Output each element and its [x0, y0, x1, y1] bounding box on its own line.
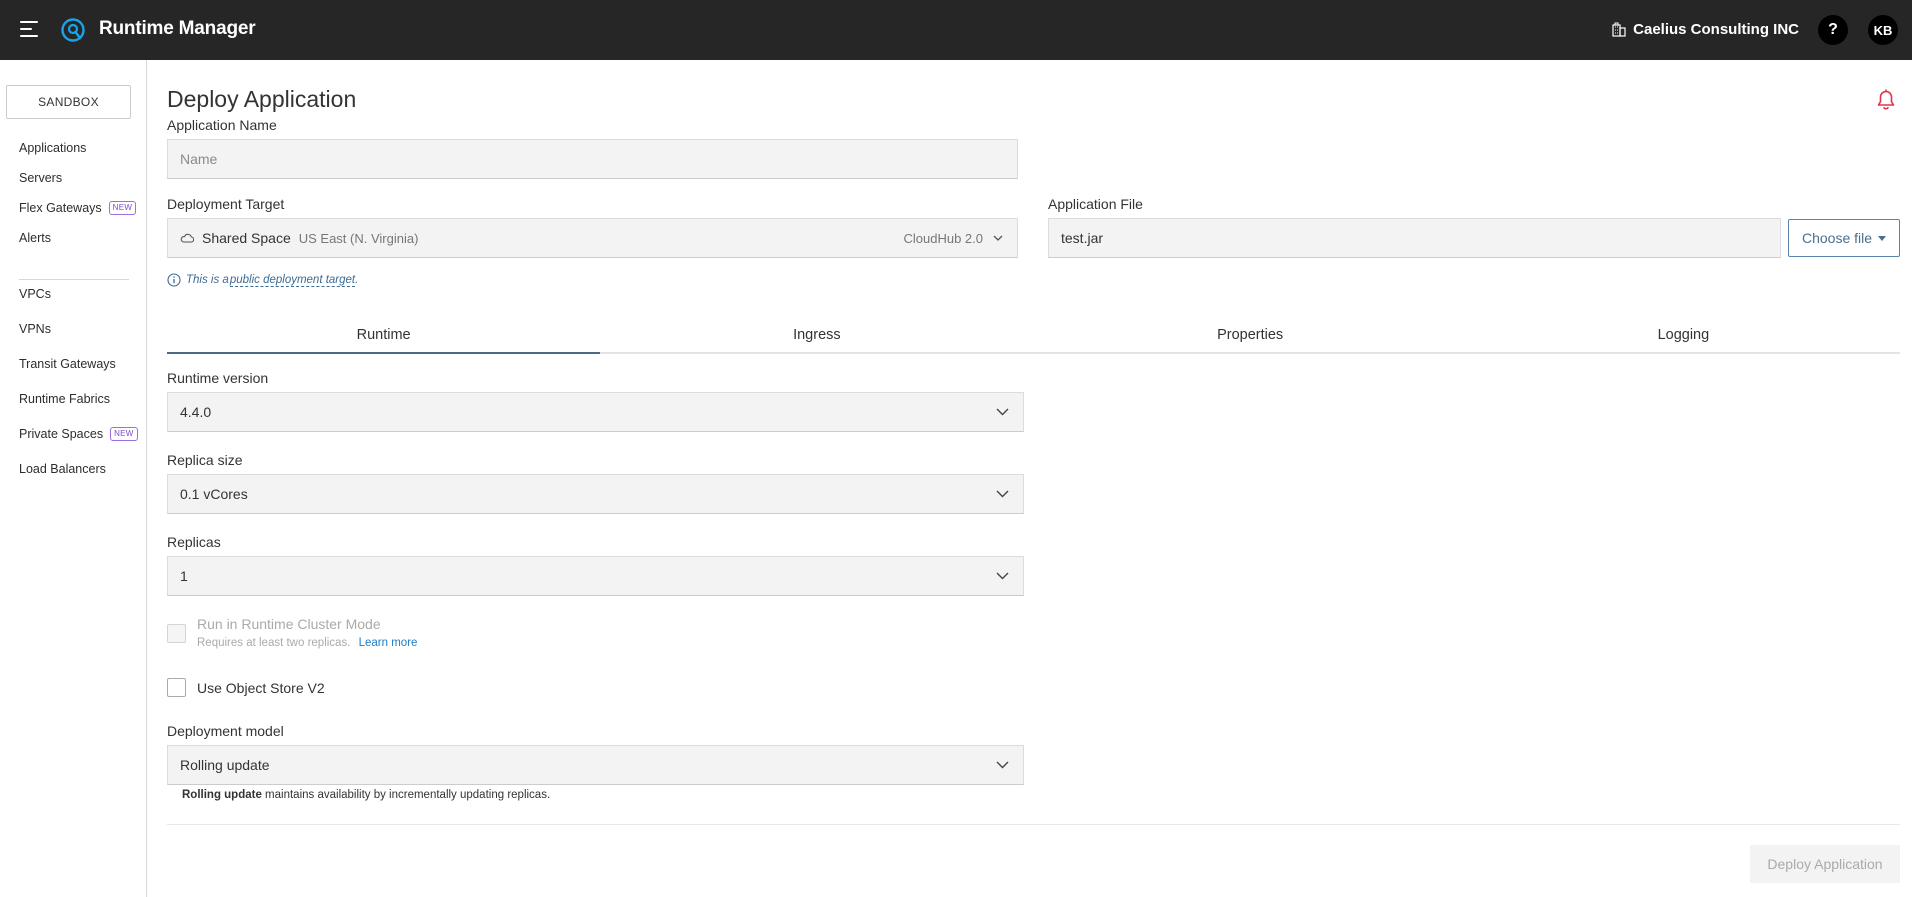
deployment-target-label: Deployment Target: [167, 196, 285, 212]
sidebar-item-label: VPNs: [19, 322, 51, 336]
replica-size-select[interactable]: 0.1 vCores: [167, 474, 1024, 514]
environment-selector[interactable]: SANDBOX: [6, 85, 131, 119]
deployment-target-select[interactable]: Shared Space US East (N. Virginia) Cloud…: [167, 218, 1018, 258]
sidebar-item-vpns[interactable]: VPNs: [19, 322, 51, 336]
deployment-model-select[interactable]: Rolling update: [167, 745, 1024, 785]
help-button[interactable]: ?: [1818, 15, 1848, 45]
org-name: Caelius Consulting INC: [1633, 21, 1799, 38]
sidebar: SANDBOX Applications Servers Flex Gatewa…: [0, 60, 147, 897]
deployment-model-desc-rest: maintains availability by incrementally …: [261, 789, 551, 801]
app-name-field-wrapper: [167, 139, 1018, 179]
sidebar-item-label: Applications: [19, 141, 87, 155]
sidebar-item-runtime-fabrics[interactable]: Runtime Fabrics: [19, 392, 110, 406]
cluster-mode-sub: Requires at least two replicas.: [197, 637, 351, 649]
sidebar-item-label: Runtime Fabrics: [19, 392, 110, 406]
deploy-application-button[interactable]: Deploy Application: [1750, 845, 1900, 883]
settings-tabs: Runtime Ingress Properties Logging: [167, 322, 1900, 354]
app-name-label: Application Name: [167, 117, 277, 133]
choose-file-button[interactable]: Choose file: [1788, 219, 1900, 257]
object-store-v2-checkbox[interactable]: [167, 678, 186, 697]
chevron-down-icon: [993, 235, 1003, 241]
new-badge: NEW: [108, 201, 137, 215]
cloud-icon: [180, 233, 194, 243]
menu-icon[interactable]: [20, 21, 38, 37]
cluster-mode-label: Run in Runtime Cluster Mode: [197, 616, 381, 632]
sidebar-item-label: Private Spaces: [19, 427, 104, 441]
new-badge: NEW: [110, 427, 138, 441]
replica-size-value: 0.1 vCores: [180, 486, 248, 502]
choose-file-label: Choose file: [1801, 230, 1873, 246]
info-icon: [167, 273, 181, 287]
sidebar-item-load-balancers[interactable]: Load Balancers: [19, 462, 106, 476]
learn-more-link[interactable]: Learn more: [359, 637, 418, 649]
runtime-version-select[interactable]: 4.4.0: [167, 392, 1024, 432]
chevron-down-icon: [996, 490, 1009, 498]
sidebar-item-private-spaces[interactable]: Private Spaces NEW: [19, 427, 138, 441]
tab-runtime[interactable]: Runtime: [167, 322, 601, 354]
cluster-mode-hint: Requires at least two replicas. Learn mo…: [197, 637, 417, 649]
object-store-v2-label: Use Object Store V2: [197, 680, 325, 696]
deployment-target-region: US East (N. Virginia): [298, 230, 419, 246]
chevron-down-icon: [996, 572, 1009, 580]
replica-size-label: Replica size: [167, 452, 243, 468]
app-name-input[interactable]: [180, 151, 1017, 167]
app-title: Runtime Manager: [99, 18, 256, 39]
runtime-version-label: Runtime version: [167, 370, 269, 386]
public-target-link[interactable]: public deployment target: [229, 274, 356, 287]
sidebar-item-transit-gateways[interactable]: Transit Gateways: [19, 357, 116, 371]
sidebar-item-servers[interactable]: Servers: [19, 171, 62, 185]
sidebar-item-label: Transit Gateways: [19, 357, 116, 371]
caret-down-icon: [1878, 235, 1887, 241]
hint-suffix: .: [355, 274, 359, 286]
application-file-name: test.jar: [1061, 230, 1104, 246]
sidebar-item-label: Servers: [19, 171, 63, 185]
sidebar-item-label: Flex Gateways: [19, 201, 102, 215]
notification-bell-icon[interactable]: [1876, 89, 1896, 111]
deployment-model-desc-bold: Rolling update: [182, 789, 262, 801]
tab-properties[interactable]: Properties: [1034, 322, 1467, 352]
hint-prefix: This is a: [186, 274, 229, 286]
runtime-manager-logo-icon: [61, 18, 85, 42]
deployment-target-hint: This is a public deployment target.: [167, 273, 358, 287]
sidebar-item-flex-gateways[interactable]: Flex Gateways NEW: [19, 201, 137, 215]
replicas-label: Replicas: [167, 534, 221, 550]
runtime-version-value: 4.4.0: [180, 404, 212, 420]
sidebar-item-label: Load Balancers: [19, 462, 106, 476]
tab-ingress[interactable]: Ingress: [600, 322, 1033, 352]
chevron-down-icon: [996, 761, 1009, 769]
deployment-target-runtime: CloudHub 2.0: [903, 230, 984, 246]
deployment-model-value: Rolling update: [180, 757, 270, 773]
sidebar-item-vpcs[interactable]: VPCs: [19, 287, 51, 301]
footer-divider: [167, 824, 1900, 825]
deployment-target-name: Shared Space: [202, 230, 291, 246]
deployment-model-label: Deployment model: [167, 723, 284, 739]
sidebar-item-label: Alerts: [19, 231, 51, 245]
building-icon: [1612, 22, 1626, 37]
sidebar-item-label: VPCs: [19, 287, 51, 301]
page-title: Deploy Application: [167, 86, 357, 112]
user-avatar[interactable]: KB: [1868, 15, 1898, 45]
replicas-select[interactable]: 1: [167, 556, 1024, 596]
application-file-label: Application File: [1048, 196, 1143, 212]
chevron-down-icon: [996, 408, 1009, 416]
sidebar-divider: [19, 279, 129, 280]
cluster-mode-checkbox: [167, 624, 186, 643]
tab-logging[interactable]: Logging: [1467, 322, 1900, 352]
top-bar: Runtime Manager Caelius Consulting INC ?…: [0, 0, 1912, 60]
application-file-field[interactable]: test.jar: [1048, 218, 1781, 258]
sidebar-item-alerts[interactable]: Alerts: [19, 231, 51, 245]
deployment-model-description: Rolling update maintains availability by…: [182, 789, 550, 801]
sidebar-item-applications[interactable]: Applications: [19, 141, 86, 155]
replicas-value: 1: [180, 568, 188, 584]
org-switcher[interactable]: Caelius Consulting INC: [1612, 21, 1799, 38]
